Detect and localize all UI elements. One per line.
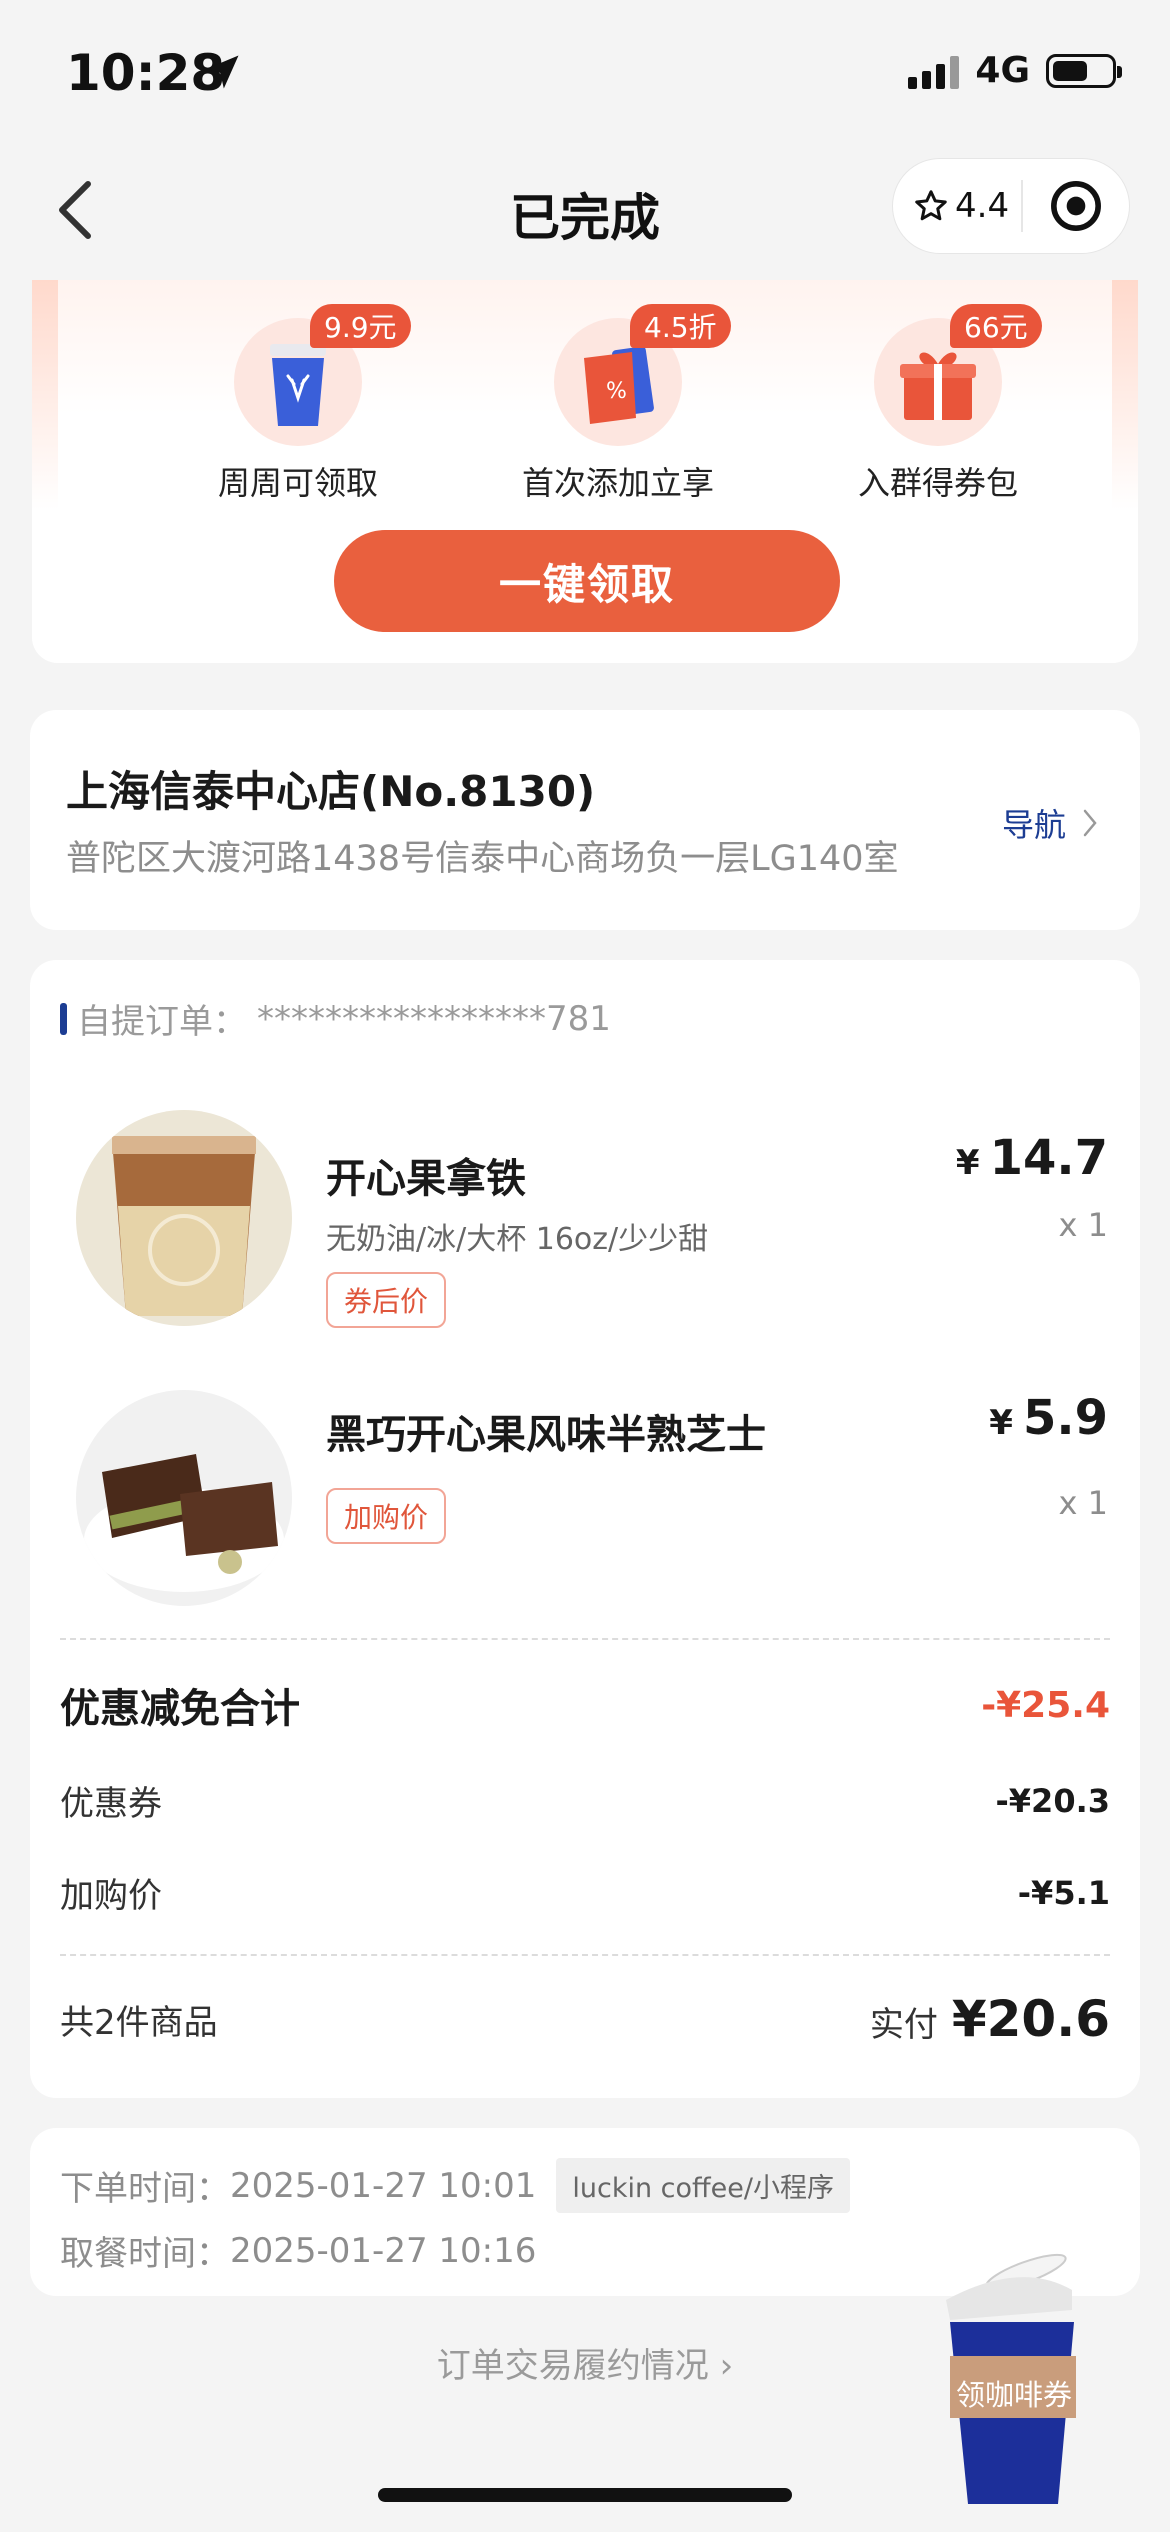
price-tag: 券后价 [326,1272,447,1328]
network-type: 4G [975,50,1030,91]
price-tag: 加购价 [326,1488,447,1544]
rating-button[interactable]: 4.4 [893,186,1021,226]
coupon-row: 优惠券 -¥20.3 [60,1776,1110,1825]
pickup-time-label: 取餐时间： [60,2234,230,2274]
svg-text:%: % [606,379,627,404]
addon-label: 加购价 [60,1876,162,1916]
location-arrow-icon [205,55,239,89]
chevron-right-icon [1083,809,1097,837]
coffee-coupon-label: 领咖啡券 [955,2378,1072,2412]
order-item: 开心果拿铁 无奶油/冰/大杯 16oz/少少甜 券后价 ¥14.7 x 1 [30,1110,1140,1350]
coupon-value: -¥20.3 [995,1781,1111,1820]
order-card: 自提订单： *****************781 开心果拿铁 无奶油/冰/大… [30,960,1140,2098]
paid-amount: ¥20.6 [951,1990,1110,2048]
discount-total-value: -¥25.4 [981,1684,1110,1726]
rating-value: 4.4 [955,186,1010,226]
pickup-time-row: 取餐时间： 2025-01-27 10:16 [60,2226,536,2275]
addon-row: 加购价 -¥5.1 [60,1868,1110,1917]
perk-first-add[interactable]: % 4.5折 首次添加立享 [488,300,748,504]
order-item: 黑巧开心果风味半熟芝士 加购价 ¥5.9 x 1 [30,1390,1140,1630]
product-quantity: x 1 [1058,1206,1108,1244]
product-spec: 无奶油/冰/大杯 16oz/少少甜 [326,1222,709,1257]
product-quantity: x 1 [1058,1484,1108,1522]
item-count: 共2件商品 [60,2002,218,2043]
claim-all-button[interactable]: 一键领取 [334,530,840,632]
star-icon [915,190,947,221]
perk-label: 入群得券包 [857,464,1018,502]
product-image [76,1390,292,1606]
perk-badge: 9.9元 [310,304,411,348]
product-price: ¥5.9 [989,1390,1108,1446]
order-accent-bar [60,1002,67,1035]
divider [60,1954,1110,1956]
coupon-label: 优惠券 [60,1784,162,1824]
product-name: 黑巧开心果风味半熟芝士 [326,1412,766,1458]
discount-total-row: 优惠减免合计 -¥25.4 [60,1676,1110,1734]
perk-badge: 66元 [950,304,1042,348]
order-time-label: 下单时间： [60,2169,230,2209]
perk-label: 首次添加立享 [521,464,714,502]
pickup-time-value: 2025-01-27 10:16 [230,2230,537,2271]
discount-total-label: 优惠减免合计 [60,1686,300,1732]
perk-group[interactable]: 66元 入群得券包 [808,300,1068,504]
product-name: 开心果拿铁 [326,1156,526,1202]
promo-card: 9.9元 周周可领取 % 4.5折 首次添加立享 66元 入群得券包 一键领取 [32,280,1138,663]
store-name: 上海信泰中心店(No.8130) [66,767,596,816]
addon-value: -¥5.1 [1017,1873,1110,1912]
chevron-right-icon: › [719,2346,734,2386]
order-number: 自提订单： *****************781 [60,994,611,1043]
mini-program-capsule: 4.4 [892,158,1130,254]
coffee-coupon-float-button[interactable]: 领咖啡券 [940,2250,1100,2512]
order-time-row: 下单时间： 2025-01-27 10:01 luckin coffee/小程序 [60,2158,850,2213]
close-target-button[interactable] [1023,178,1129,234]
total-row: 共2件商品 实付 ¥20.6 [60,1990,1110,2048]
order-time-value: 2025-01-27 10:01 [230,2165,537,2206]
status-indicators: 4G [908,50,1122,91]
divider [60,1638,1110,1640]
product-price: ¥14.7 [955,1130,1108,1186]
signal-icon [908,53,960,89]
perk-badge: 4.5折 [630,304,731,348]
paid-label: 实付 [869,2005,938,2045]
home-indicator [378,2488,792,2502]
navigate-button[interactable]: 导航 [1002,800,1100,846]
store-card: 上海信泰中心店(No.8130) 普陀区大渡河路1438号信泰中心商场负一层LG… [30,710,1140,930]
fulfillment-link-label: 订单交易履约情况 [436,2346,709,2386]
product-image [76,1110,292,1326]
perk-weekly[interactable]: 9.9元 周周可领取 [168,300,428,504]
order-number-value: *****************781 [257,998,611,1039]
store-address: 普陀区大渡河路1438号信泰中心商场负一层LG140室 [66,839,899,879]
target-icon [1051,181,1101,231]
navigate-label: 导航 [1001,806,1066,844]
order-source-tag: luckin coffee/小程序 [556,2158,850,2213]
perk-label: 周周可领取 [217,464,378,502]
order-number-label: 自提订单： [77,1002,247,1042]
battery-icon [1046,53,1122,88]
